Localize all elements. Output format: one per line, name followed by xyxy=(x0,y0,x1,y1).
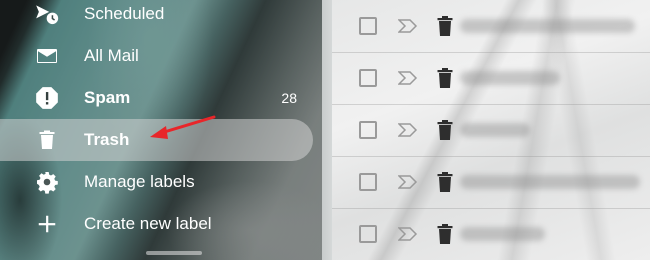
redacted-sender xyxy=(460,227,545,241)
nav-item-spam[interactable]: Spam 28 xyxy=(0,77,313,119)
importance-marker-icon[interactable] xyxy=(398,174,418,190)
importance-marker-icon[interactable] xyxy=(398,226,418,242)
redacted-sender xyxy=(460,71,560,85)
trash-icon[interactable] xyxy=(436,67,454,89)
nav-item-label: All Mail xyxy=(84,46,139,65)
plus-icon xyxy=(34,211,60,237)
nav-item-label: Trash xyxy=(84,130,130,149)
trash-icon[interactable] xyxy=(436,119,454,141)
importance-marker-icon[interactable] xyxy=(398,70,418,86)
pane-divider xyxy=(322,0,332,260)
nav-item-manage-labels[interactable]: Manage labels xyxy=(0,161,313,203)
message-list xyxy=(332,0,650,260)
select-checkbox[interactable] xyxy=(359,225,377,243)
importance-marker-icon[interactable] xyxy=(398,122,418,138)
unread-count: 28 xyxy=(281,90,297,106)
nav-item-scheduled[interactable]: Scheduled xyxy=(0,0,313,35)
select-checkbox[interactable] xyxy=(359,121,377,139)
list-item[interactable] xyxy=(332,0,650,53)
nav-item-create-label[interactable]: Create new label xyxy=(0,203,313,245)
nav-item-label: Create new label xyxy=(84,214,212,233)
redacted-sender xyxy=(460,123,530,137)
select-checkbox[interactable] xyxy=(359,69,377,87)
select-checkbox[interactable] xyxy=(359,17,377,35)
report-spam-icon xyxy=(34,85,60,111)
nav-item-label: Scheduled xyxy=(84,4,165,23)
nav-item-label: Manage labels xyxy=(84,172,195,191)
trash-icon xyxy=(34,127,60,153)
nav-item-all-mail[interactable]: All Mail xyxy=(0,35,313,77)
scheduled-icon xyxy=(34,1,60,27)
gear-icon xyxy=(34,169,60,195)
list-item[interactable] xyxy=(332,156,650,209)
redacted-sender xyxy=(460,175,640,189)
select-checkbox[interactable] xyxy=(359,173,377,191)
list-item[interactable] xyxy=(332,104,650,157)
navigation-drawer: Scheduled All Mail Spam 28 Trash Manage … xyxy=(0,0,322,260)
importance-marker-icon[interactable] xyxy=(398,18,418,34)
mail-icon xyxy=(34,43,60,69)
trash-icon[interactable] xyxy=(436,223,454,245)
list-item[interactable] xyxy=(332,208,650,260)
redacted-sender xyxy=(460,19,635,33)
trash-icon[interactable] xyxy=(436,15,454,37)
list-item[interactable] xyxy=(332,52,650,105)
nav-item-trash[interactable]: Trash xyxy=(0,119,313,161)
nav-item-label: Spam xyxy=(84,88,131,107)
drawer-drag-handle[interactable] xyxy=(146,251,202,255)
trash-icon[interactable] xyxy=(436,171,454,193)
